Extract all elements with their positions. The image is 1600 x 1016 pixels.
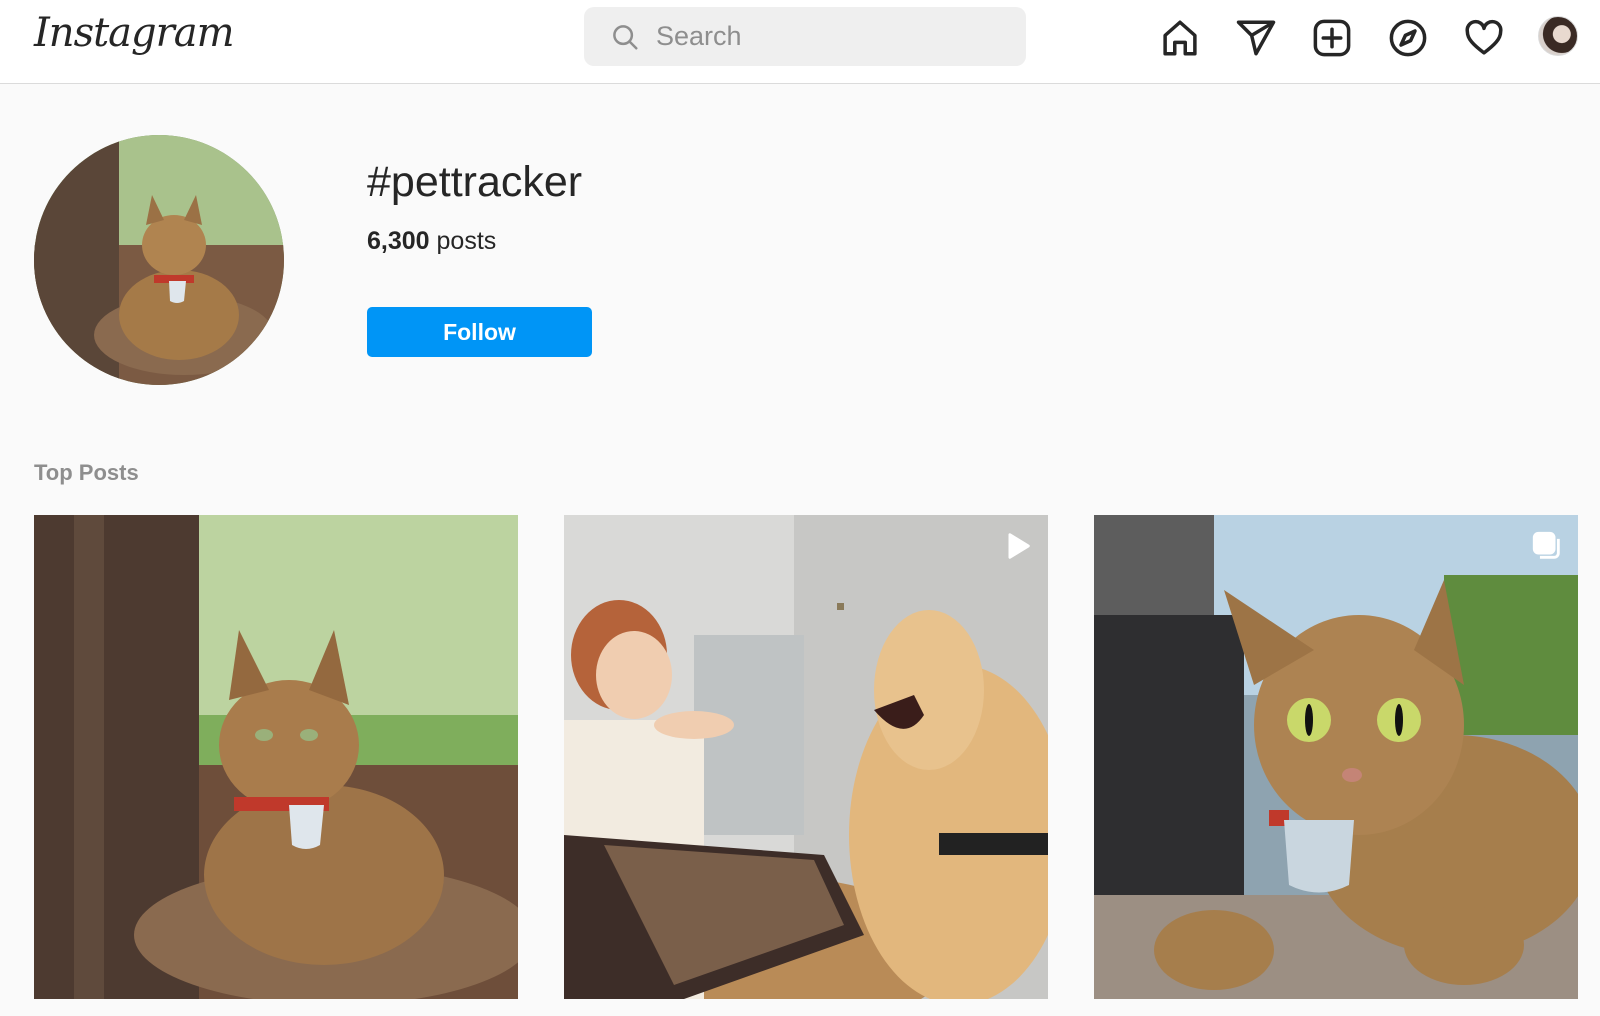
search-input[interactable]	[656, 21, 996, 52]
activity-heart-icon	[1465, 19, 1503, 55]
explore-compass-icon	[1389, 19, 1427, 57]
instagram-logo[interactable]: Instagram	[34, 10, 235, 56]
top-posts-label: Top Posts	[34, 460, 139, 485]
post-image-cat-by-tree	[34, 515, 518, 999]
cat-photo-image	[34, 135, 284, 385]
carousel-icon	[1532, 531, 1560, 559]
home-button[interactable]	[1158, 16, 1202, 60]
search-icon	[613, 24, 638, 49]
top-post-2[interactable]	[564, 515, 1048, 999]
home-icon	[1163, 20, 1197, 56]
post-image-cat-closeup	[1094, 515, 1578, 999]
hashtag-title: #pettracker	[367, 158, 583, 206]
profile-avatar[interactable]	[1538, 16, 1578, 56]
top-post-1[interactable]	[34, 515, 518, 999]
top-post-3[interactable]	[1094, 515, 1578, 999]
explore-button[interactable]	[1386, 16, 1430, 60]
video-play-icon	[1008, 533, 1030, 559]
direct-send-icon	[1236, 20, 1276, 56]
follow-button[interactable]: Follow	[367, 307, 592, 357]
posts-count-label: posts	[436, 227, 497, 255]
hashtag-avatar	[34, 135, 284, 385]
direct-messages-button[interactable]	[1234, 16, 1278, 60]
top-nav-bar: Instagram	[0, 0, 1600, 84]
posts-count: 6,300 posts	[367, 227, 496, 256]
new-post-icon	[1313, 19, 1351, 57]
posts-count-number: 6,300	[367, 227, 430, 255]
activity-button[interactable]	[1462, 16, 1506, 60]
search-box[interactable]	[584, 7, 1026, 66]
new-post-button[interactable]	[1310, 16, 1354, 60]
post-image-woman-and-dog	[564, 515, 1048, 999]
